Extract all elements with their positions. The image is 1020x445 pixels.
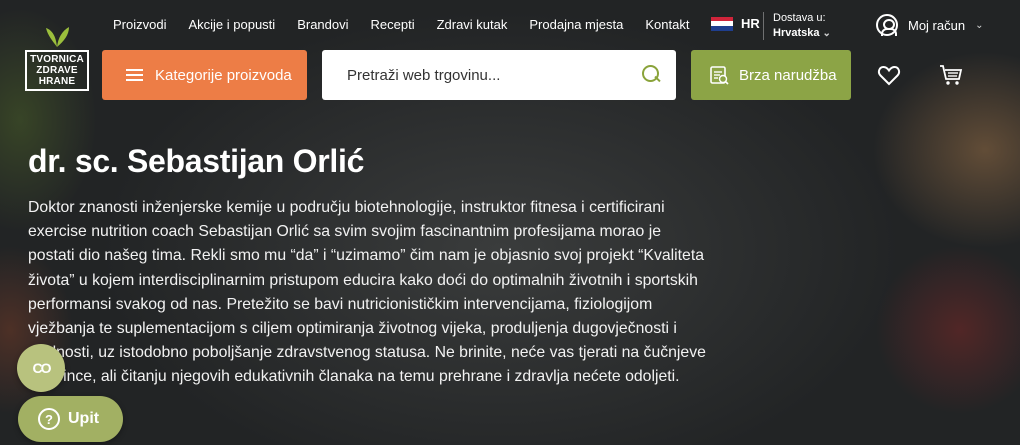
nav-item-brandovi[interactable]: Brandovi — [297, 17, 348, 32]
chevron-down-icon: ⌄ — [822, 28, 831, 39]
header-divider — [763, 12, 764, 40]
user-icon — [876, 14, 898, 36]
menu-icon — [126, 69, 143, 81]
inquiry-label: Upit — [68, 410, 100, 427]
nav-item-prodajna-mjesta[interactable]: Prodajna mjesta — [529, 17, 623, 32]
clipboard-list-icon — [710, 66, 729, 85]
nav-item-zdravi-kutak[interactable]: Zdravi kutak — [437, 17, 508, 32]
categories-label: Kategorije proizvoda — [155, 66, 292, 84]
search-icon[interactable] — [642, 65, 662, 85]
nav-item-recepti[interactable]: Recepti — [371, 17, 415, 32]
delivery-label: Dostava u: — [773, 12, 826, 24]
language-selector[interactable]: HR — [711, 16, 760, 31]
logo-line-3: HRANE — [38, 76, 76, 87]
heart-icon[interactable] — [877, 64, 901, 86]
logo-line-1: TVORNICA — [30, 54, 84, 65]
categories-button[interactable]: Kategorije proizvoda — [102, 50, 307, 100]
page-title: dr. sc. Sebastijan Orlić — [28, 143, 365, 179]
inquiry-button[interactable]: ? Upit — [18, 396, 123, 442]
nav-item-kontakt[interactable]: Kontakt — [645, 17, 689, 32]
account-menu[interactable]: Moj račun ⌄ — [876, 14, 983, 36]
croatia-flag-icon — [711, 16, 733, 31]
delivery-country: Hrvatska — [773, 27, 820, 39]
chevron-down-icon: ⌄ — [975, 19, 984, 31]
language-code: HR — [741, 16, 760, 31]
cart-icon[interactable] — [939, 64, 963, 86]
delivery-selector[interactable]: Dostava u: Hrvatska ⌄ — [773, 11, 831, 41]
nav-item-akcije[interactable]: Akcije i popusti — [188, 17, 275, 32]
site-logo[interactable]: TVORNICA ZDRAVE HRANE — [25, 26, 89, 102]
search-input[interactable] — [347, 66, 642, 84]
question-icon: ? — [38, 408, 60, 430]
logo-line-2: ZDRAVE — [36, 65, 78, 76]
co2-button[interactable]: CO — [17, 344, 65, 392]
search-bar — [322, 50, 676, 100]
profile-bio: Doktor znanosti inženjerske kemije u pod… — [28, 199, 706, 386]
logo-wordmark: TVORNICA ZDRAVE HRANE — [25, 50, 89, 91]
nav-item-proizvodi[interactable]: Proizvodi — [113, 17, 166, 32]
main-nav: Proizvodi Akcije i popusti Brandovi Rece… — [113, 17, 711, 32]
co-icon: CO — [32, 360, 52, 376]
account-label: Moj račun — [908, 17, 966, 33]
quick-order-label: Brza narudžba — [739, 66, 837, 84]
delivery-destination: Hrvatska ⌄ — [773, 26, 831, 41]
quick-order-button[interactable]: Brza narudžba — [691, 50, 851, 100]
leaf-icon — [46, 27, 69, 47]
